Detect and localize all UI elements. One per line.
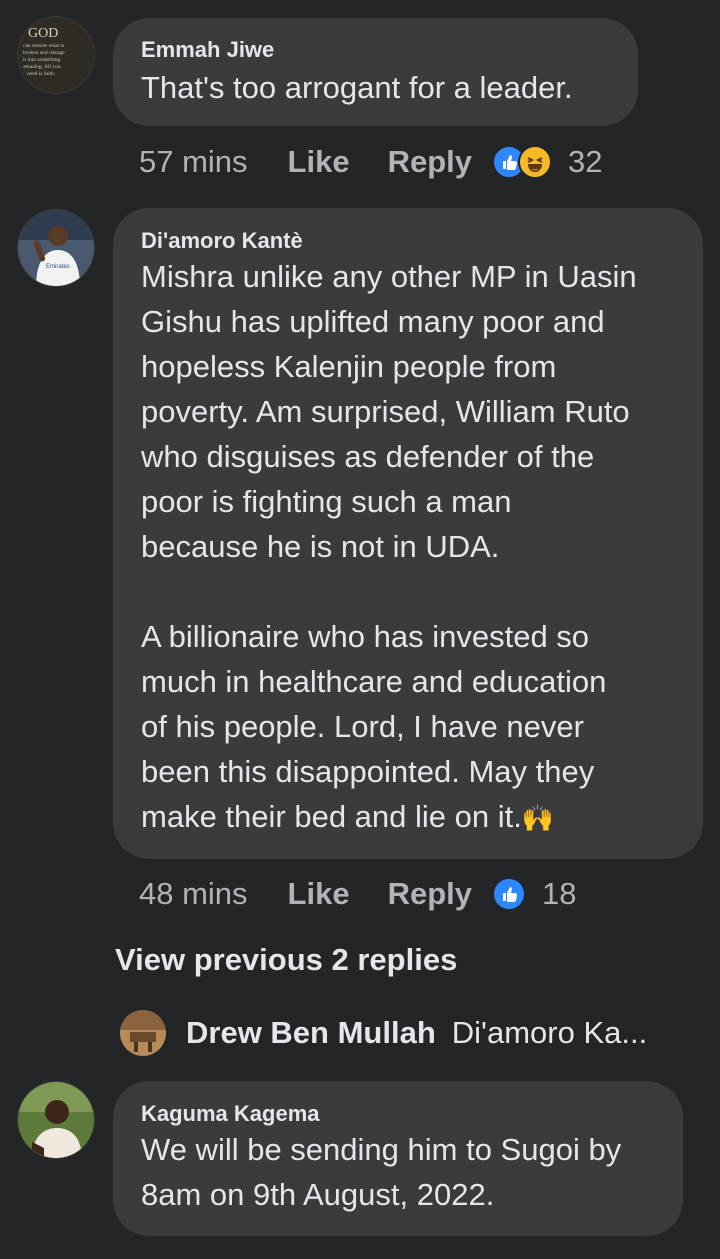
comment-actions: 57 mins Like Reply 32 [139, 142, 602, 182]
reply-snippet: Di'amoro Ka... [451, 1015, 648, 1050]
svg-text:need is faith.: need is faith. [27, 70, 56, 77]
reply-button[interactable]: Reply [388, 876, 472, 912]
avatar-emmah-jiwe[interactable]: GOD can restore what is broken and chang… [17, 16, 95, 94]
svg-text:can restore what is: can restore what is [23, 43, 64, 49]
comment-author[interactable]: Di'amoro Kantè [141, 228, 675, 254]
avatar-kaguma-kagema[interactable] [17, 1081, 95, 1159]
room-photo-avatar-image [120, 1010, 166, 1056]
comment-text: We will be sending him to Sugoi by 8am o… [141, 1132, 622, 1212]
comment-bubble: Di'amoro Kantè Mishra unlike any other M… [113, 208, 703, 859]
haha-icon [518, 145, 552, 179]
comment-timestamp[interactable]: 48 mins [139, 876, 248, 912]
footballer-avatar-image: Emirates [18, 210, 94, 286]
reaction-count: 18 [542, 876, 577, 911]
reply-author: Drew Ben Mullah [186, 1015, 436, 1050]
comment-author[interactable]: Emmah Jiwe [141, 37, 610, 63]
comment-author[interactable]: Kaguma Kagema [141, 1101, 655, 1127]
comment-text: Mishra unlike any other MP in Uasin Gish… [141, 259, 637, 834]
comment-bubble: Emmah Jiwe That's too arrogant for a lea… [113, 18, 638, 126]
svg-text:it into something: it into something [23, 57, 61, 63]
reaction-count: 32 [568, 144, 603, 179]
comment-actions: 48 mins Like Reply 18 [139, 874, 576, 914]
reactions-summary[interactable]: 18 [492, 876, 576, 912]
avatar-diamoro-kante[interactable]: Emirates [17, 209, 95, 287]
jersey-sponsor-text: Emirates [46, 264, 70, 270]
comment-text: That's too arrogant for a leader. [141, 70, 573, 105]
avatar-drew-ben-mullah[interactable] [120, 1010, 166, 1056]
view-previous-replies-link[interactable]: View previous 2 replies [115, 942, 457, 978]
comment-body: Mishra unlike any other MP in Uasin Gish… [141, 254, 675, 841]
svg-text:amazing. All you: amazing. All you [23, 64, 61, 70]
svg-text:broken and change: broken and change [23, 50, 65, 56]
like-button[interactable]: Like [288, 876, 350, 912]
reactions-summary[interactable]: 32 [492, 144, 602, 180]
raised-hands-emoji: 🙌 [521, 803, 555, 833]
god-quote-avatar-image: GOD can restore what is broken and chang… [18, 17, 94, 93]
like-button[interactable]: Like [288, 144, 350, 180]
reply-preview[interactable]: Drew Ben Mullah Di'amoro Ka... [120, 1010, 647, 1056]
comment-timestamp[interactable]: 57 mins [139, 144, 248, 180]
comment-bubble: Kaguma Kagema We will be sending him to … [113, 1081, 683, 1236]
comments-feed: GOD can restore what is broken and chang… [0, 0, 720, 1259]
svg-text:GOD: GOD [28, 26, 58, 41]
man-portrait-avatar-image [18, 1082, 94, 1158]
like-icon [492, 877, 526, 911]
reply-button[interactable]: Reply [388, 144, 472, 180]
